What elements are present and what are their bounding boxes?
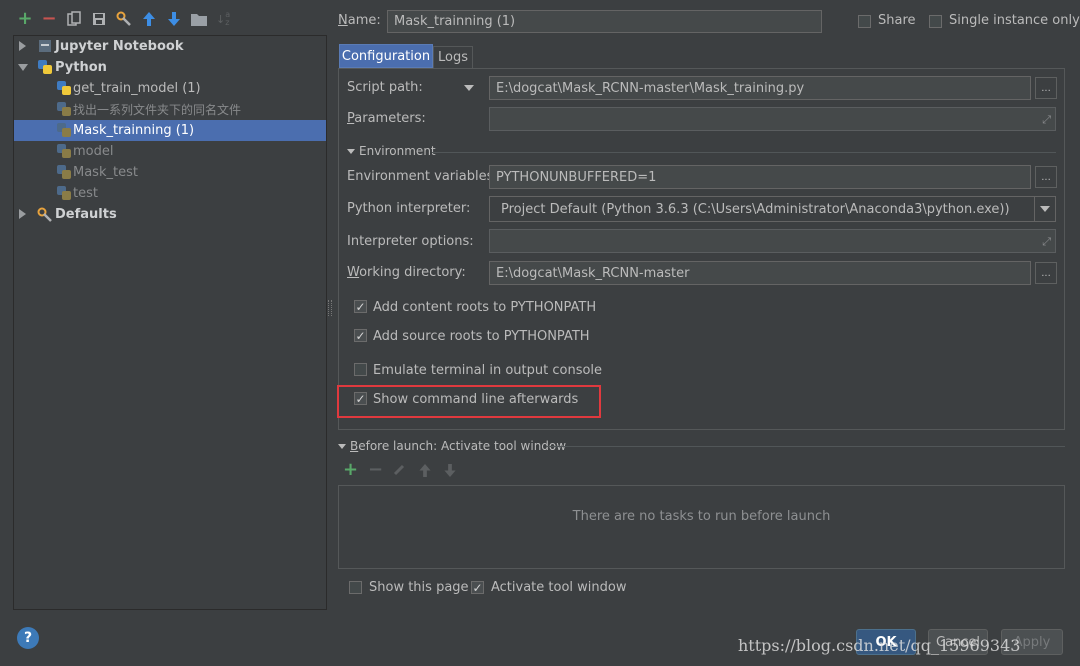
emulate-terminal-label: Emulate terminal in output console (373, 363, 603, 378)
move-down-icon[interactable] (165, 10, 183, 28)
wrench-icon (37, 207, 53, 223)
collapsed-arrow-icon[interactable] (19, 209, 26, 219)
working-dir-label: Working directory: (347, 265, 466, 280)
share-checkbox[interactable] (858, 15, 871, 28)
source-roots-checkbox[interactable]: ✓ (354, 329, 367, 342)
tree-item-python[interactable]: Python (14, 57, 326, 78)
emulate-terminal-checkbox[interactable] (354, 363, 367, 376)
tree-item-defaults[interactable]: Defaults (14, 204, 326, 225)
single-instance-label: Single instance only (949, 13, 1080, 28)
python-icon (57, 81, 71, 95)
source-roots-label: Add source roots to PYTHONPATH (373, 329, 590, 344)
remove-icon[interactable]: − (40, 10, 58, 28)
dropdown-arrow-icon[interactable] (1034, 197, 1055, 221)
tree-item-label: test (73, 186, 98, 201)
sort-icon[interactable]: ↓ a z (216, 10, 234, 28)
parameters-input[interactable]: ⤢ (489, 107, 1056, 131)
tree-item-config[interactable]: Mask_test (14, 162, 326, 183)
show-page-checkbox[interactable] (349, 581, 362, 594)
tree-item-label: Python (55, 60, 107, 75)
python-icon (38, 60, 52, 74)
script-path-label: Script path: (347, 80, 423, 95)
tree-item-label: model (73, 144, 114, 159)
interpreter-label: Python interpreter: (347, 201, 471, 216)
move-task-down-icon[interactable] (444, 464, 456, 478)
expand-icon[interactable]: ⤢ (1042, 235, 1051, 249)
add-task-icon[interactable]: + (343, 461, 358, 479)
env-vars-label: Environment variables: (347, 169, 498, 184)
configuration-tree: Jupyter Notebook Python get_train_model … (13, 35, 327, 610)
tree-item-config[interactable]: 找出一系列文件夹下的同名文件 (14, 99, 326, 120)
env-vars-input[interactable]: PYTHONUNBUFFERED=1 (489, 165, 1031, 189)
section-divider (432, 152, 1056, 153)
script-path-input[interactable]: E:\dogcat\Mask_RCNN-master\Mask_training… (489, 76, 1031, 100)
tree-item-jupyter[interactable]: Jupyter Notebook (14, 36, 326, 57)
single-instance-checkbox[interactable] (929, 15, 942, 28)
tree-item-label: Mask_test (73, 165, 138, 180)
folder-icon[interactable] (190, 10, 208, 28)
tree-item-label: 找出一系列文件夹下的同名文件 (73, 103, 242, 117)
browse-script-button[interactable]: ... (1035, 77, 1057, 99)
parameters-label: Parameters: (347, 111, 426, 126)
activate-tool-window-label: Activate tool window (491, 580, 627, 595)
watermark: https://blog.csdn.net/qq_15969343 (738, 636, 1021, 655)
tab-configuration[interactable]: Configuration (339, 44, 433, 68)
splitter-handle[interactable] (328, 300, 332, 316)
tree-item-config[interactable]: get_train_model (1) (14, 78, 326, 99)
help-button[interactable]: ? (17, 627, 39, 649)
tab-logs[interactable]: Logs (433, 46, 473, 68)
activate-tool-window-checkbox[interactable]: ✓ (471, 581, 484, 594)
interp-options-label: Interpreter options: (347, 234, 474, 249)
tree-item-label: Defaults (55, 207, 117, 222)
empty-tasks-text: There are no tasks to run before launch (572, 509, 831, 524)
edit-env-vars-button[interactable]: ... (1035, 166, 1057, 188)
highlight-box (337, 385, 601, 418)
tree-item-config-selected[interactable]: Mask_trainning (1) (14, 120, 326, 141)
collapse-arrow-icon[interactable] (338, 444, 346, 449)
tree-item-label: Mask_trainning (1) (73, 123, 195, 138)
show-page-label: Show this page (369, 580, 469, 595)
add-icon[interactable]: + (16, 10, 34, 28)
python-icon (57, 186, 71, 200)
content-roots-checkbox[interactable]: ✓ (354, 300, 367, 313)
tree-item-config[interactable]: model (14, 141, 326, 162)
edit-task-icon[interactable] (393, 464, 407, 478)
working-dir-input[interactable]: E:\dogcat\Mask_RCNN-master (489, 261, 1031, 285)
collapse-arrow-icon[interactable] (347, 149, 355, 154)
environment-section-title: Environment (359, 144, 436, 158)
python-icon (57, 123, 71, 137)
interpreter-select[interactable]: Project Default (Python 3.6.3 (C:\Users\… (489, 196, 1056, 222)
wrench-icon[interactable] (115, 10, 133, 28)
copy-icon[interactable] (65, 10, 83, 28)
before-launch-task-list: There are no tasks to run before launch (338, 485, 1065, 569)
python-icon (57, 102, 71, 116)
move-up-icon[interactable] (140, 10, 158, 28)
browse-working-dir-button[interactable]: ... (1035, 262, 1057, 284)
python-icon (57, 144, 71, 158)
name-label: Name: (338, 13, 381, 28)
script-type-dropdown-icon[interactable] (464, 85, 474, 91)
before-launch-title: Before launch: Activate tool window (350, 439, 567, 453)
interpreter-value: Project Default (Python 3.6.3 (C:\Users\… (501, 201, 1010, 217)
interp-options-input[interactable]: ⤢ (489, 229, 1056, 253)
tree-item-label: Jupyter Notebook (55, 39, 184, 54)
tree-item-config[interactable]: test (14, 183, 326, 204)
section-divider (546, 446, 1065, 447)
expanded-arrow-icon[interactable] (18, 64, 28, 71)
jupyter-icon (38, 39, 52, 53)
content-roots-label: Add content roots to PYTHONPATH (373, 300, 597, 315)
name-input[interactable]: Mask_trainning (1) (387, 10, 822, 33)
remove-task-icon[interactable]: − (368, 461, 383, 479)
save-icon[interactable] (90, 10, 108, 28)
python-icon (57, 165, 71, 179)
tree-item-label: get_train_model (1) (73, 81, 201, 96)
move-task-up-icon[interactable] (419, 464, 431, 478)
collapsed-arrow-icon[interactable] (19, 41, 26, 51)
share-label: Share (878, 13, 916, 28)
expand-icon[interactable]: ⤢ (1042, 113, 1051, 127)
